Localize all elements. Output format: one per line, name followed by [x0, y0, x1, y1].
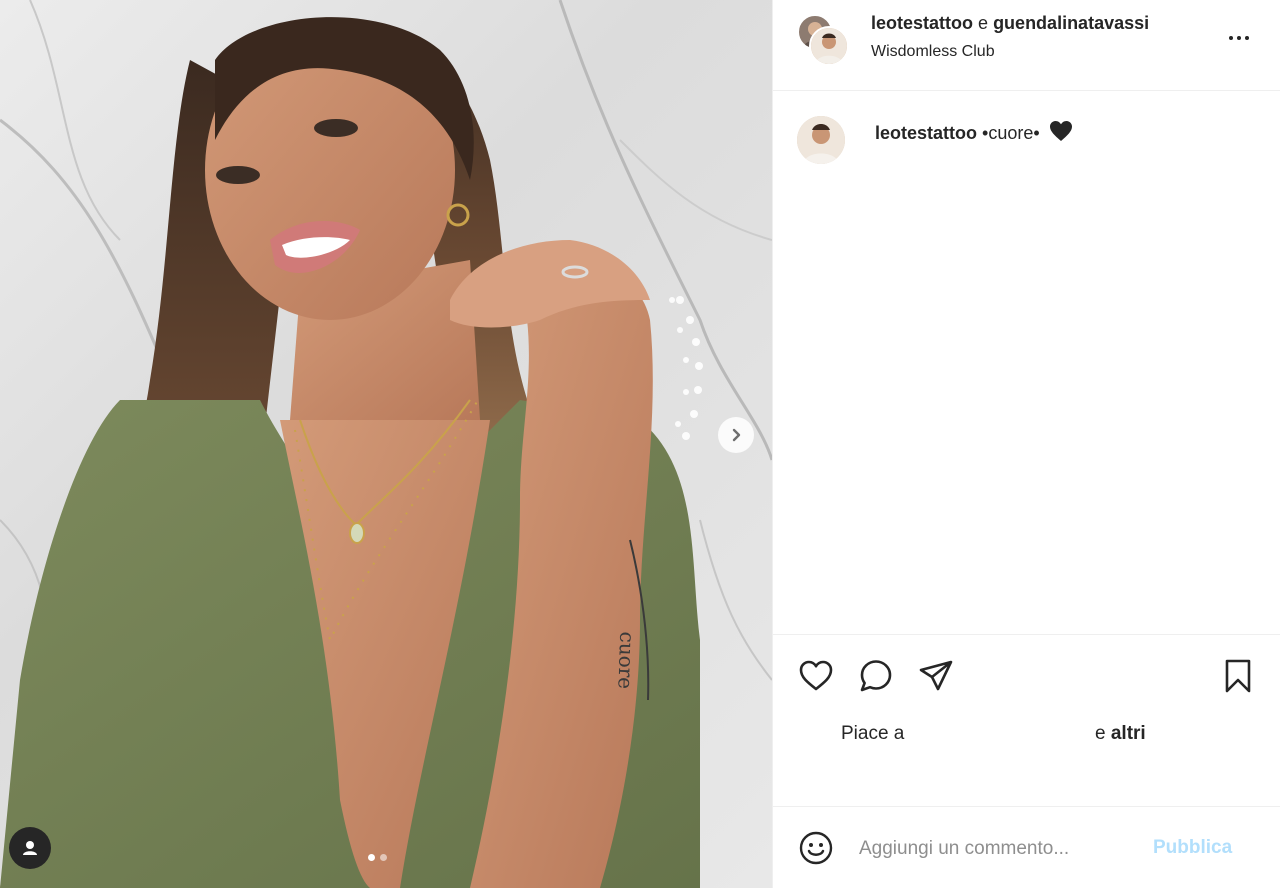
caption-text-line: leotestattoo •cuore• — [875, 120, 1073, 144]
add-comment-bar: Pubblica — [773, 806, 1280, 889]
caption-username[interactable]: leotestattoo — [875, 123, 977, 143]
author-username[interactable]: leotestattoo — [871, 13, 973, 33]
post-authors: leotestattoo e guendalinatavassi — [871, 13, 1149, 34]
paper-plane-icon[interactable] — [917, 657, 955, 695]
comment-bubble-icon[interactable] — [857, 657, 895, 695]
post-actions: Piace a e altri — [773, 634, 1280, 807]
carousel-indicator — [368, 854, 387, 861]
three-dots-icon — [1229, 36, 1233, 40]
post-side-panel: leotestattoo e guendalinatavassi Wisdoml… — [772, 0, 1280, 888]
carousel-dot-active — [368, 854, 375, 861]
authors-conjunction: e — [978, 13, 989, 33]
black-heart-icon — [1049, 121, 1072, 141]
bookmark-icon[interactable] — [1219, 657, 1257, 695]
heart-outline-icon[interactable] — [797, 657, 835, 695]
chevron-right-icon — [732, 428, 741, 442]
likes-conjunction: e — [1095, 723, 1106, 744]
user-icon — [23, 841, 37, 855]
post-image: cuore — [0, 0, 772, 888]
likes-others: e altri — [1095, 723, 1146, 745]
likes-prefix: Piace a — [841, 723, 905, 744]
caption-avatar[interactable] — [797, 116, 845, 164]
likes-others-link[interactable]: altri — [1111, 723, 1146, 744]
dot-3 — [1245, 36, 1249, 40]
post-header: leotestattoo e guendalinatavassi Wisdoml… — [773, 0, 1280, 91]
dot-2 — [1237, 36, 1241, 40]
carousel-dot — [380, 854, 387, 861]
comment-input[interactable] — [859, 833, 1149, 865]
author-avatars[interactable] — [797, 14, 849, 66]
smiley-icon[interactable] — [797, 829, 835, 867]
more-options-button[interactable] — [1221, 26, 1257, 50]
author-avatar — [809, 26, 849, 66]
collaborator-username[interactable]: guendalinatavassi — [993, 13, 1149, 33]
caption-text: •cuore• — [982, 123, 1040, 143]
svg-text:cuore: cuore — [613, 631, 639, 689]
user-tags-button[interactable] — [9, 827, 51, 869]
publish-button[interactable]: Pubblica — [1153, 837, 1232, 859]
post-photo[interactable]: cuore — [0, 0, 772, 888]
carousel-next-button[interactable] — [718, 417, 754, 453]
post-location[interactable]: Wisdomless Club — [871, 43, 995, 61]
